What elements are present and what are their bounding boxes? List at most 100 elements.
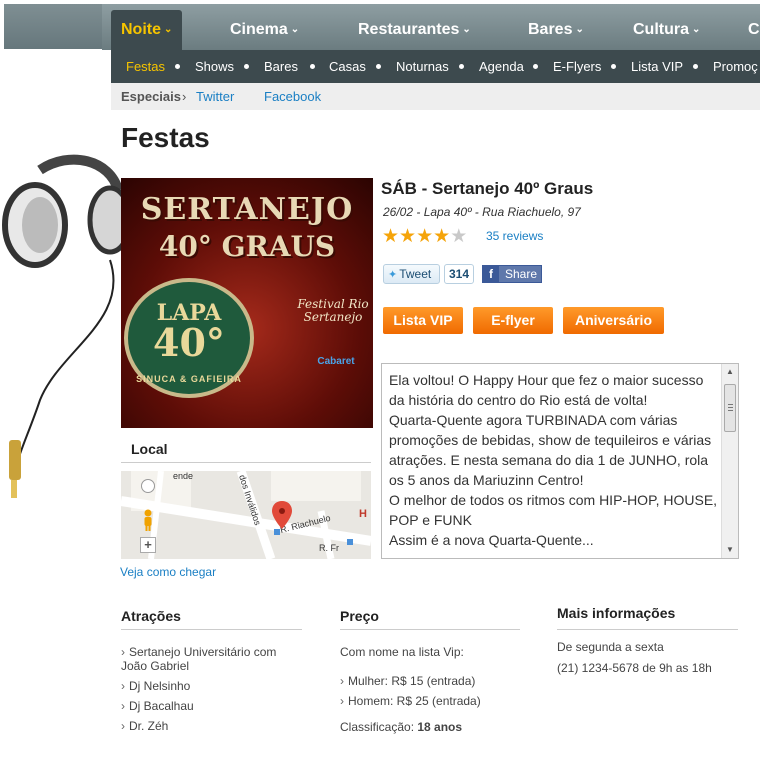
description-paragraph: Quarta-Quente agora TURBINADA com várias… [389,412,712,488]
facebook-share-button[interactable]: f Share [482,265,542,283]
separator-dot [611,64,616,69]
sub-navigation: Festas Shows Bares Casas Noturnas Agenda… [111,50,760,83]
chevron-down-icon: ⌄ [692,24,701,35]
event-description: Ela voltou! O Happy Hour que fez o maior… [389,370,719,550]
facebook-link[interactable]: Facebook [264,83,321,110]
headphones-image [2,154,130,498]
rating-stars: ★★★★★ [382,225,467,248]
arrow-icon: › [121,699,125,713]
tweet-count: 314 [444,264,474,284]
tweet-button[interactable]: ✦ Tweet [383,264,440,284]
attraction-item: › Dj Bacalhau [121,699,194,713]
arrow-icon: › [340,694,344,708]
attraction-item: › Dr. Zéh [121,719,168,733]
subnav-item-promocoes[interactable]: Promoç [713,50,758,83]
event-description-box[interactable]: Ela voltou! O Happy Hour que fez o maior… [381,363,739,559]
price-label: Mulher: R$ 15 (entrada) [348,674,476,688]
price-item: › Mulher: R$ 15 (entrada) [340,674,475,688]
subnav-item-casas[interactable]: Casas [329,50,366,83]
subnav-item-agenda[interactable]: Agenda [479,50,524,83]
arrow-icon: › [121,679,125,693]
info-phone: (21) 1234-5678 de 9h as 18h [557,661,712,675]
info-heading: Mais informações [557,605,676,621]
event-flyer-image: SERTANEJO 40° GRAUS LAPA 40° SINUCA & GA… [121,178,373,428]
age-rating-value: 18 anos [417,720,463,734]
flyer-sponsor-logo: Cabaret [317,356,355,367]
separator-dot [459,64,464,69]
map-street-label: ende [173,471,193,481]
subnav-item-festas[interactable]: Festas [126,50,165,83]
arrow-icon: › [121,719,125,733]
attractions-heading: Atrações [121,608,181,624]
flyer-festival-text: Festival Rio Sertanejo [297,297,369,324]
zoom-in-icon[interactable]: + [140,537,156,553]
star-icon: ★ [416,226,434,247]
divider [121,629,302,630]
breadcrumb: Especiais › Twitter Facebook [111,83,760,110]
location-map[interactable]: R. Riachuelo dos Inválidos ende R. Fr H … [121,471,371,559]
separator-dot [533,64,538,69]
page-title: Festas [121,122,210,153]
subnav-item-noturnas[interactable]: Noturnas [396,50,449,83]
street-view-icon[interactable] [141,509,155,531]
nav-item-more[interactable]: C [738,10,760,50]
nav-item-cultura[interactable]: Cultura ⌄ [623,10,710,50]
event-subtitle: 26/02 - Lapa 40º - Rua Riachuelo, 97 [383,205,581,219]
subnav-item-shows[interactable]: Shows [195,50,234,83]
eflyer-button[interactable]: E-flyer [473,307,553,334]
star-icon: ★ [382,226,400,247]
directions-link[interactable]: Veja como chegar [120,565,216,579]
subnav-item-eflyers[interactable]: E-Flyers [553,50,601,83]
scroll-down-icon[interactable]: ▼ [722,542,738,558]
subnav-item-lista-vip[interactable]: Lista VIP [631,50,683,83]
tweet-label: Tweet [399,267,432,281]
flyer-sinuca-text: SINUCA & GAFIEIRA [136,374,242,384]
flyer-forty-text: 40° [153,320,225,365]
attraction-label: Dr. Zéh [129,719,169,733]
aniversario-button[interactable]: Aniversário [563,307,664,334]
price-label: Homem: R$ 25 (entrada) [348,694,481,708]
subnav-item-bares[interactable]: Bares [264,50,298,83]
arrow-icon: › [340,674,344,688]
reviews-link[interactable]: 35 reviews [486,229,543,243]
description-scrollbar[interactable]: ▲ ▼ [721,364,738,558]
nav-item-cinema[interactable]: Cinema ⌄ [220,10,309,50]
scroll-up-icon[interactable]: ▲ [722,364,738,380]
attraction-label: Sertanejo Universitário com João Gabriel [121,645,277,673]
price-item: › Homem: R$ 25 (entrada) [340,694,481,708]
map-marker-icon[interactable] [272,501,292,529]
nav-item-noite[interactable]: Noite ⌄ [111,10,183,50]
chevron-down-icon: ⌄ [290,24,300,35]
chevron-down-icon: ⌄ [164,24,173,35]
nav-item-label: Cultura [633,21,689,38]
price-heading: Preço [340,608,379,624]
nav-item-bares[interactable]: Bares ⌄ [518,10,594,50]
separator-dot [376,64,381,69]
lista-vip-button[interactable]: Lista VIP [383,307,463,334]
map-pan-icon[interactable] [141,479,155,493]
price-intro: Com nome na lista Vip: [340,645,464,659]
chevron-down-icon: ⌄ [462,24,471,35]
info-hours: De segunda a sexta [557,640,664,654]
divider [557,629,738,630]
twitter-link[interactable]: Twitter [196,83,234,110]
arrow-icon: › [121,645,125,659]
flyer-title-line1: SERTANEJO [140,192,354,227]
nav-item-label: Cinema [230,21,288,38]
attraction-label: Dj Nelsinho [129,679,191,693]
attraction-label: Dj Bacalhau [129,699,194,713]
breadcrumb-label: Especiais [121,89,181,104]
nav-item-label: Bares [528,21,573,38]
share-label: Share [505,267,538,281]
attraction-item: › Sertanejo Universitário com João Gabrie… [121,645,301,673]
header-decoration [4,4,104,49]
age-rating: Classificação: 18 anos [340,720,462,734]
nav-item-label: C [748,21,760,38]
breadcrumb-separator: › [182,89,187,104]
nav-item-label: Restaurantes [358,21,460,38]
separator-dot [310,64,315,69]
description-paragraph: Ela voltou! O Happy Hour que fez o maior… [389,372,704,408]
twitter-bird-icon: ✦ [388,269,398,281]
scrollbar-thumb[interactable] [724,384,736,432]
nav-item-restaurantes[interactable]: Restaurantes ⌄ [348,10,481,50]
